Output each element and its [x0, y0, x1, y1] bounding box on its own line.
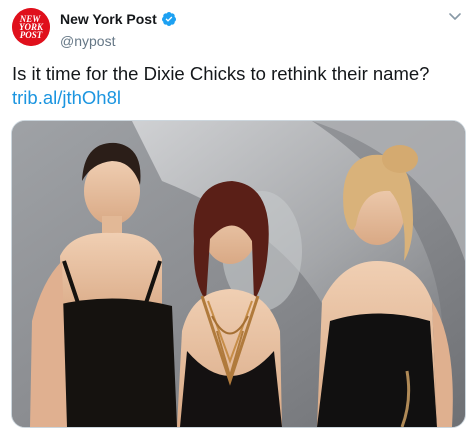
svg-text:POST: POST [20, 30, 43, 40]
author-block: New York Post @nypost [60, 10, 177, 51]
tweet-photo[interactable] [11, 120, 466, 428]
tweet-text-body: Is it time for the Dixie Chicks to rethi… [12, 63, 430, 84]
tweet-link[interactable]: trib.al/jthOh8l [12, 87, 121, 108]
user-handle[interactable]: @nypost [60, 32, 177, 51]
tweet-card[interactable]: NEW YORK POST New York Post @nypost Is i… [0, 0, 473, 433]
photo-of-three-women-icon [12, 121, 465, 427]
tweet-text: Is it time for the Dixie Chicks to rethi… [12, 62, 462, 110]
display-name[interactable]: New York Post [60, 11, 157, 27]
avatar[interactable]: NEW YORK POST [12, 8, 50, 46]
new-york-post-logo-icon: NEW YORK POST [12, 8, 50, 46]
verified-badge-icon [161, 11, 177, 32]
chevron-down-icon[interactable] [447, 10, 463, 28]
